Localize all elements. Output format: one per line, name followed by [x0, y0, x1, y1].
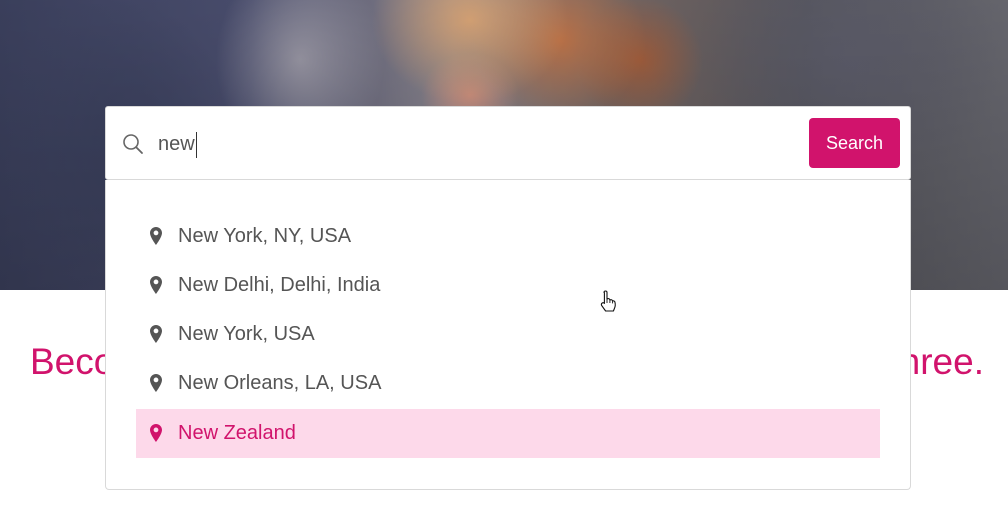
headline-right-text: nree.: [899, 341, 984, 382]
page: Beco nree. new Search New York, NY, USA …: [0, 0, 1008, 514]
map-pin-icon: [150, 276, 162, 294]
suggestion-label: New Orleans, LA, USA: [178, 372, 382, 394]
search-button[interactable]: Search: [809, 118, 900, 168]
map-pin-icon: [150, 227, 162, 245]
suggestion-label: New Zealand: [178, 422, 296, 444]
text-caret: [195, 131, 197, 158]
suggestion-item[interactable]: New York, NY, USA: [136, 212, 880, 261]
suggestion-label: New York, NY, USA: [178, 225, 352, 247]
suggestion-item[interactable]: New Orleans, LA, USA: [136, 359, 880, 408]
map-pin-icon: [150, 374, 162, 392]
suggestion-item-active[interactable]: New Zealand: [136, 409, 880, 458]
hand-cursor-icon: [600, 290, 616, 312]
suggestion-item[interactable]: New Delhi, Delhi, India: [136, 261, 880, 310]
suggestion-item[interactable]: New York, USA: [136, 310, 880, 359]
suggestions-dropdown: New York, NY, USA New Delhi, Delhi, Indi…: [105, 180, 911, 490]
map-pin-icon: [150, 325, 162, 343]
search-bar: new Search: [105, 106, 911, 180]
headline-left-text: Beco: [30, 341, 115, 382]
map-pin-icon: [150, 424, 162, 442]
search-input-value: new: [158, 133, 195, 155]
suggestion-label: New Delhi, Delhi, India: [178, 274, 381, 296]
search-icon: [123, 134, 143, 154]
suggestion-label: New York, USA: [178, 323, 315, 345]
search-input[interactable]: new: [158, 130, 197, 158]
